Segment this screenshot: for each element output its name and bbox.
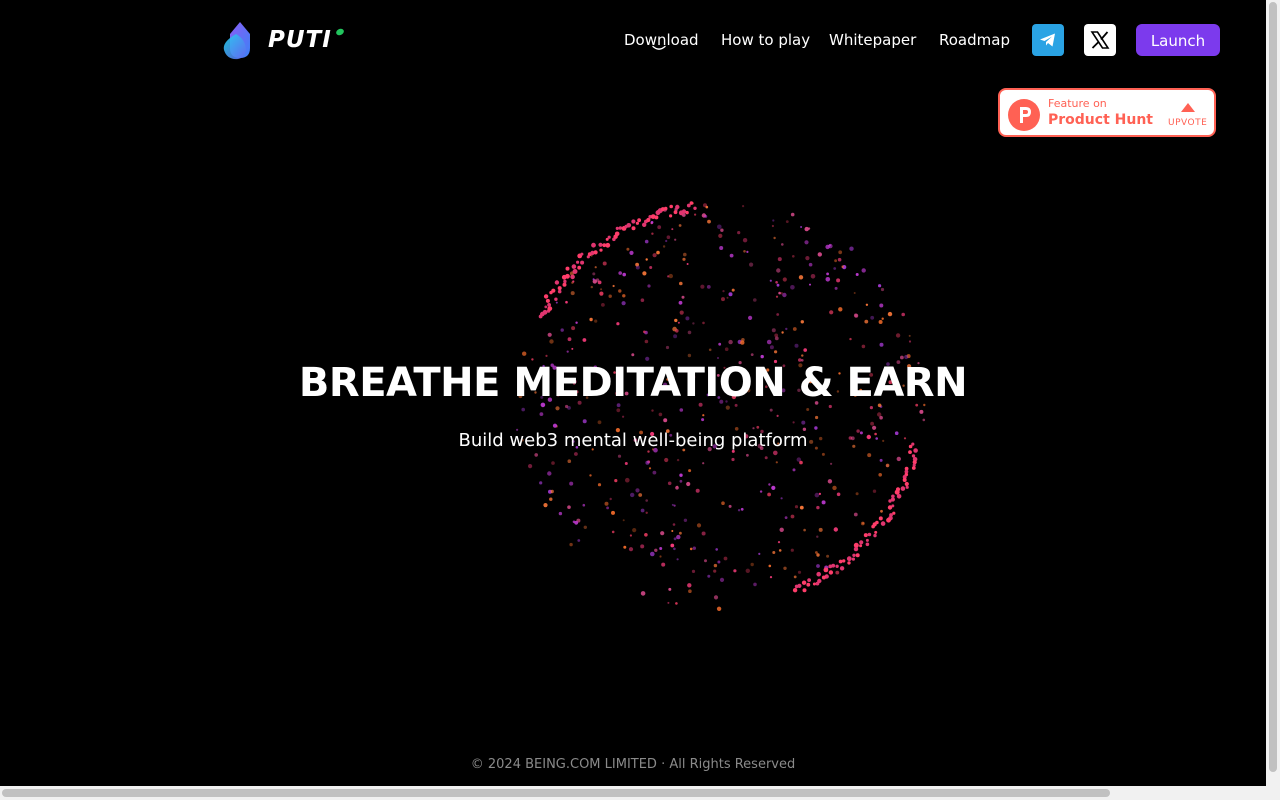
ph-upvote-label: UPVOTE (1168, 118, 1208, 128)
vertical-scroll-thumb[interactable] (1269, 2, 1277, 772)
telegram-button[interactable] (1032, 24, 1064, 56)
horizontal-scroll-thumb[interactable] (2, 789, 1110, 797)
page: PUTI Download How to play Whitepaper Roa… (0, 0, 1266, 786)
brand-leaf-icon (335, 27, 345, 37)
product-hunt-icon (1008, 99, 1040, 131)
ph-feature-text: Feature on (1048, 97, 1107, 110)
nav-whitepaper[interactable]: Whitepaper (829, 24, 916, 56)
nav-how-to-play[interactable]: How to play (721, 24, 810, 56)
upvote-arrow-icon (1181, 103, 1195, 112)
nav-roadmap[interactable]: Roadmap (939, 24, 1010, 56)
horizontal-scrollbar[interactable] (0, 786, 1280, 800)
vertical-scrollbar[interactable] (1266, 0, 1280, 786)
hero-subtitle: Build web3 mental well-being platform (458, 430, 808, 451)
download-smile-icon (652, 45, 666, 50)
product-hunt-badge[interactable]: Feature on Product Hunt UPVOTE (998, 88, 1216, 137)
launch-button[interactable]: Launch (1136, 24, 1220, 56)
ph-title: Product Hunt (1048, 112, 1153, 128)
footer-copyright: © 2024 BEING.COM LIMITED · All Rights Re… (470, 757, 796, 772)
hero-title: BREATHE MEDITATION & EARN (298, 360, 968, 406)
x-icon (1090, 31, 1110, 49)
nav-download[interactable]: Download (624, 24, 699, 56)
drop-logo-icon (223, 22, 250, 60)
x-button[interactable] (1084, 24, 1116, 56)
brand-name: PUTI (268, 27, 332, 53)
telegram-icon (1040, 33, 1055, 47)
brand-logo[interactable]: PUTI (220, 20, 345, 60)
